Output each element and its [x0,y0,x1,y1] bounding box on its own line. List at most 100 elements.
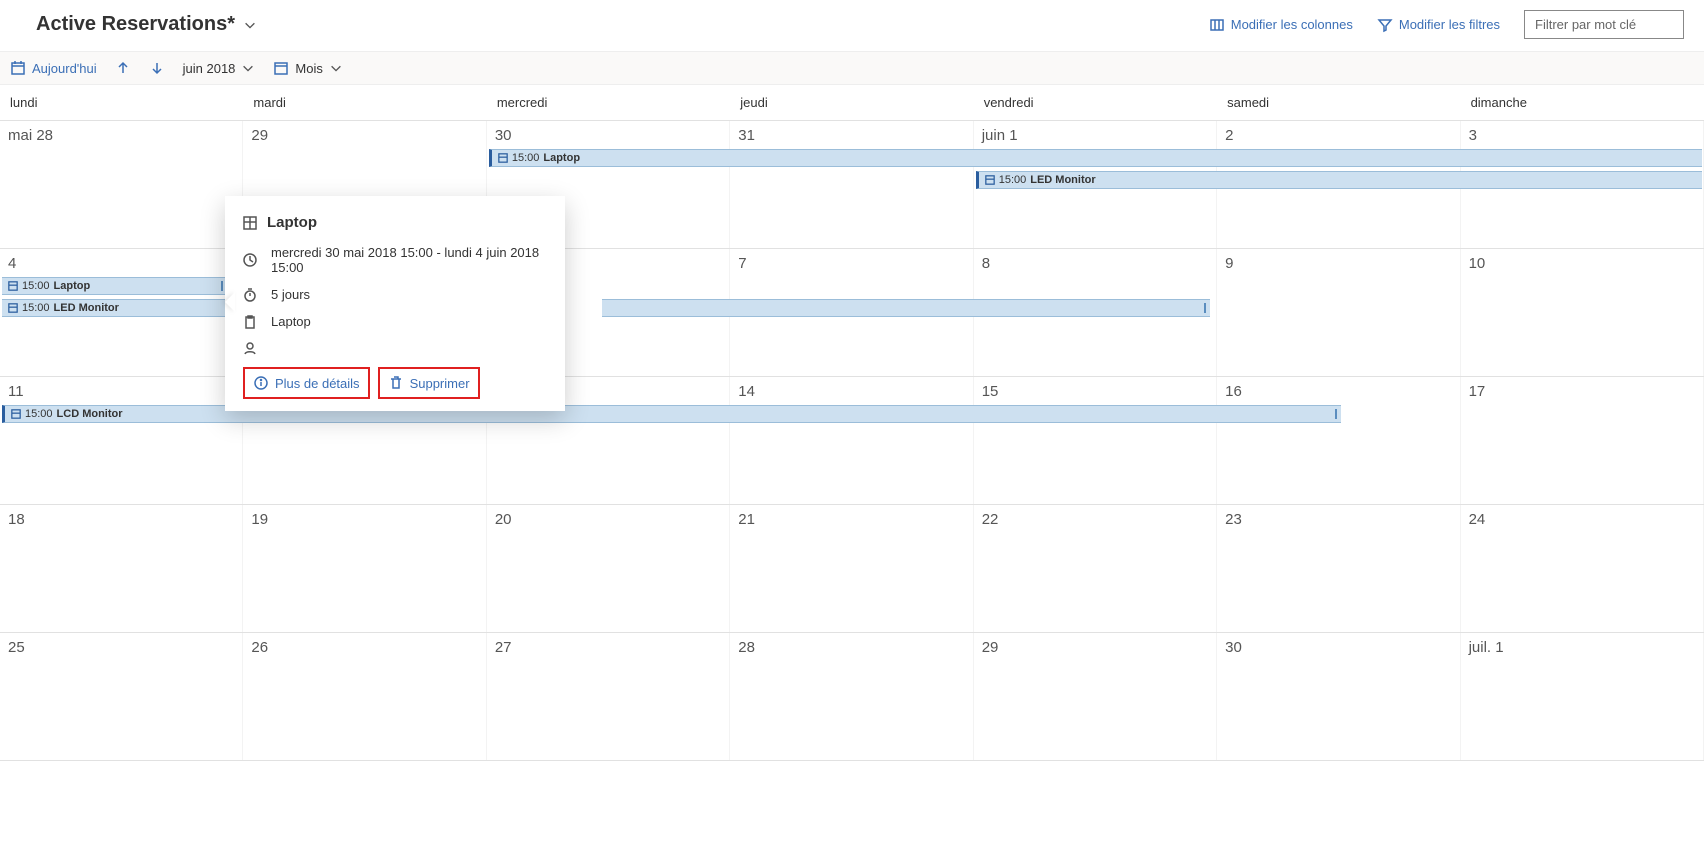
arrow-up-icon [115,60,131,76]
edit-columns-button[interactable]: Modifier les colonnes [1209,17,1353,33]
date-label: 9 [1225,255,1233,272]
calendar-cell[interactable]: 17 [1461,377,1704,504]
prev-button[interactable] [115,60,131,76]
date-label: 19 [251,511,268,528]
event-label: Laptop [54,280,91,292]
popup-actions: Plus de détails Supprimer [243,367,547,399]
calendar-cell[interactable]: 31 [730,121,973,248]
date-label: 30 [495,127,512,144]
reservation-icon [11,409,21,419]
view-selector[interactable]: Active Reservations* [36,13,257,36]
date-label: 14 [738,383,755,400]
calendar-cell[interactable]: 27 [487,633,730,760]
calendar-cell[interactable]: 30 [1217,633,1460,760]
calendar-cell[interactable]: 16 [1217,377,1460,504]
popup-title: Laptop [267,214,317,231]
popup-duration: 5 jours [271,287,310,302]
date-label: 29 [982,639,999,656]
date-label: mai 28 [8,127,53,144]
columns-icon [1209,17,1225,33]
calendar-cell[interactable]: 22 [974,505,1217,632]
weekday-label: mardi [243,85,486,120]
chevron-down-icon [241,61,255,75]
trash-icon [388,375,404,391]
page-header: Active Reservations* Modifier les colonn… [0,0,1704,51]
calendar-cell[interactable]: 9 [1217,249,1460,376]
calendar-cell[interactable]: 18 [0,505,243,632]
chevron-down-icon [243,18,257,32]
calendar-today-icon [10,60,26,76]
date-label: 2 [1225,127,1233,144]
event-led-monitor-cont[interactable]: 15:00 LED Monitor [2,299,227,317]
info-icon [253,375,269,391]
date-label: 18 [8,511,25,528]
event-detail-popup: Laptop mercredi 30 mai 2018 15:00 - lund… [225,196,565,411]
view-mode-label: Mois [295,61,322,76]
calendar-cell[interactable]: 14 [730,377,973,504]
event-laptop[interactable]: 15:00 Laptop [489,149,1702,167]
date-label: 23 [1225,511,1242,528]
event-led-monitor[interactable]: 15:00 LED Monitor [976,171,1702,189]
calendar-row: 25 26 27 28 29 30 juil. 1 [0,633,1704,761]
popup-time-range: mercredi 30 mai 2018 15:00 - lundi 4 jui… [271,245,547,275]
month-picker[interactable]: juin 2018 [183,61,256,76]
event-time: 15:00 [25,408,53,420]
calendar-row: 18 19 20 21 22 23 24 [0,505,1704,633]
date-label: 29 [251,127,268,144]
event-label: Laptop [543,152,580,164]
event-label: LCD Monitor [57,408,123,420]
date-label: 17 [1469,383,1486,400]
calendar-cell[interactable]: mai 28 [0,121,243,248]
calendar-cell[interactable]: 26 [243,633,486,760]
reservation-icon [8,281,18,291]
calendar-cell[interactable]: 15 [974,377,1217,504]
today-button[interactable]: Aujourd'hui [10,60,97,76]
weekday-label: vendredi [974,85,1217,120]
calendar-cell[interactable]: 21 [730,505,973,632]
event-laptop-cont[interactable]: 15:00 Laptop [2,277,227,295]
calendar-weekday-header: lundi mardi mercredi jeudi vendredi same… [0,85,1704,121]
weekday-label: samedi [1217,85,1460,120]
popup-time-row: mercredi 30 mai 2018 15:00 - lundi 4 jui… [243,245,547,275]
calendar-cell[interactable]: 19 [243,505,486,632]
filter-keyword-input[interactable] [1524,10,1684,39]
delete-button[interactable]: Supprimer [378,367,480,399]
edit-filters-button[interactable]: Modifier les filtres [1377,17,1500,33]
calendar-cell[interactable]: 29 [974,633,1217,760]
current-month-label: juin 2018 [183,61,236,76]
calendar-cell[interactable]: juil. 1 [1461,633,1704,760]
more-details-button[interactable]: Plus de détails [243,367,370,399]
calendar-cell[interactable]: 24 [1461,505,1704,632]
weekday-label: dimanche [1461,85,1704,120]
date-label: 25 [8,639,25,656]
more-details-label: Plus de détails [275,376,360,391]
popup-duration-row: 5 jours [243,287,547,302]
popup-resource-row: Laptop [243,314,547,329]
date-label: 4 [8,255,16,272]
date-label: 31 [738,127,755,144]
page-title: Active Reservations* [36,13,235,36]
calendar-icon [273,60,289,76]
date-label: 7 [738,255,746,272]
filter-icon [1377,17,1393,33]
view-mode-picker[interactable]: Mois [273,60,342,76]
event-time: 15:00 [999,174,1027,186]
calendar-cell[interactable]: 23 [1217,505,1460,632]
calendar-cell[interactable]: 25 [0,633,243,760]
date-label: 20 [495,511,512,528]
calendar-cell[interactable]: 28 [730,633,973,760]
event-led-monitor-cont2[interactable] [602,299,1211,317]
event-time: 15:00 [22,280,50,292]
event-lcd-monitor[interactable]: 15:00 LCD Monitor [2,405,1341,423]
event-label: LED Monitor [54,302,119,314]
reservation-icon [985,175,995,185]
next-button[interactable] [149,60,165,76]
calendar-cell[interactable]: 20 [487,505,730,632]
edit-columns-label: Modifier les colonnes [1231,17,1353,32]
calendar-cell[interactable]: 11 [0,377,243,504]
delete-label: Supprimer [410,376,470,391]
calendar-cell[interactable]: 10 [1461,249,1704,376]
date-label: 10 [1469,255,1486,272]
reservation-icon [498,153,508,163]
calendar-toolbar: Aujourd'hui juin 2018 Mois [0,51,1704,85]
